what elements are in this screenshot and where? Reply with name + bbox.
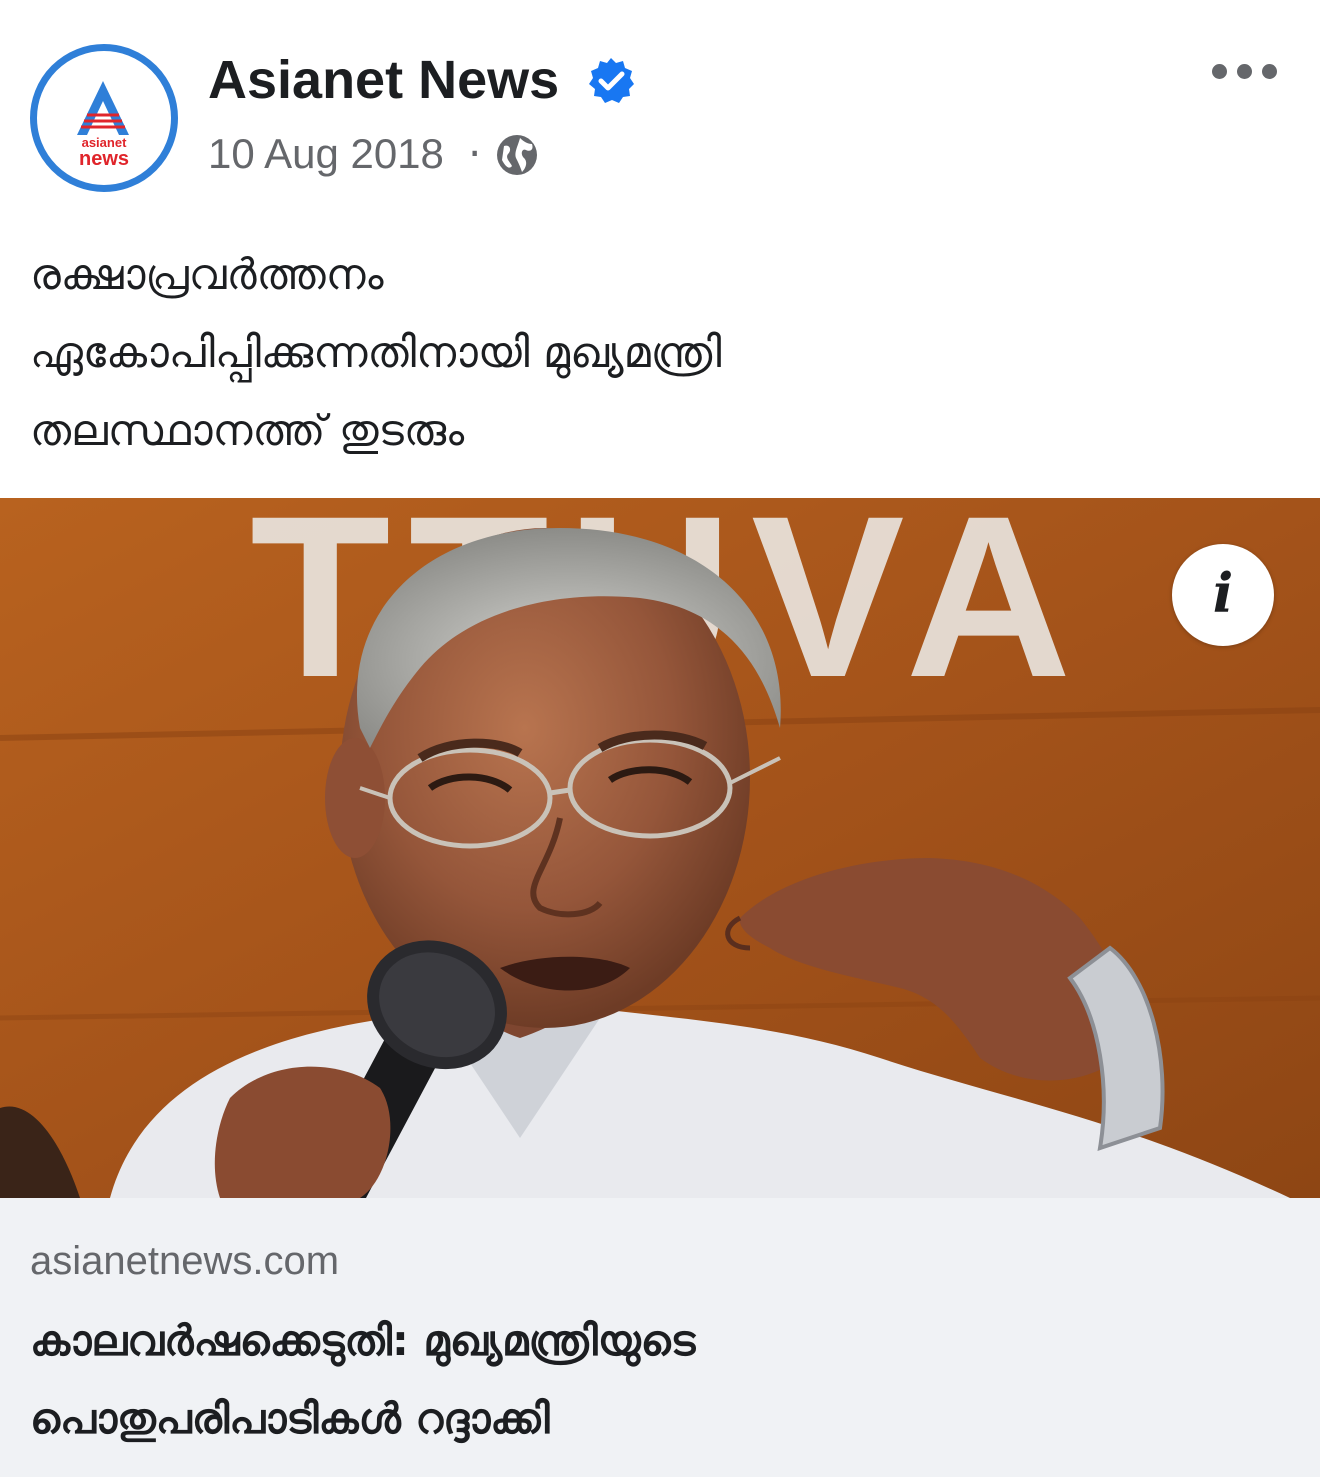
link-title-line: കാലവർഷക്കെടുതി: മുഖ്യമന്ത്രിയുടെ	[30, 1316, 696, 1365]
info-icon: i	[1212, 561, 1234, 625]
link-title-line: പൊതുപരിപാടികൾ റദ്ദാക്കി	[30, 1394, 550, 1443]
image-info-button[interactable]: i	[1172, 544, 1274, 646]
link-title: കാലവർഷക്കെടുതി: മുഖ്യമന്ത്രിയുടെ പൊതുപരി…	[30, 1302, 1290, 1458]
caption-line: രക്ഷാപ്രവർത്തനം	[30, 250, 384, 300]
link-domain: asianetnews.com	[30, 1239, 340, 1283]
meta-separator: ·	[468, 129, 482, 178]
post-date[interactable]: 10 Aug 2018	[208, 128, 444, 180]
logo-text-news: news	[79, 148, 129, 170]
post-header: asianet news Asianet News 10 Aug 2018 ·	[0, 0, 1320, 220]
asianet-logo-icon: asianet news	[77, 81, 129, 170]
caption-line: ഏകോപിപ്പിക്കുന്നതിനായി മുഖ്യമന്ത്രി	[30, 328, 722, 378]
caption-line: തലസ്ഥാനത്ത് തുടരും	[30, 406, 465, 456]
more-options-icon[interactable]	[1206, 58, 1284, 86]
post-photo[interactable]: TTUVA	[0, 498, 1320, 1198]
page-name[interactable]: Asianet News	[208, 48, 559, 112]
verified-badge-icon	[589, 58, 634, 103]
globe-icon	[497, 135, 537, 175]
page-avatar[interactable]: asianet news	[30, 44, 178, 192]
link-preview-card[interactable]: asianetnews.com കാലവർഷക്കെടുതി: മുഖ്യമന്…	[0, 1198, 1320, 1477]
press-conference-photo: TTUVA	[0, 498, 1320, 1198]
post-caption: രക്ഷാപ്രവർത്തനം ഏകോപിപ്പിക്കുന്നതിനായി മ…	[30, 236, 1290, 470]
